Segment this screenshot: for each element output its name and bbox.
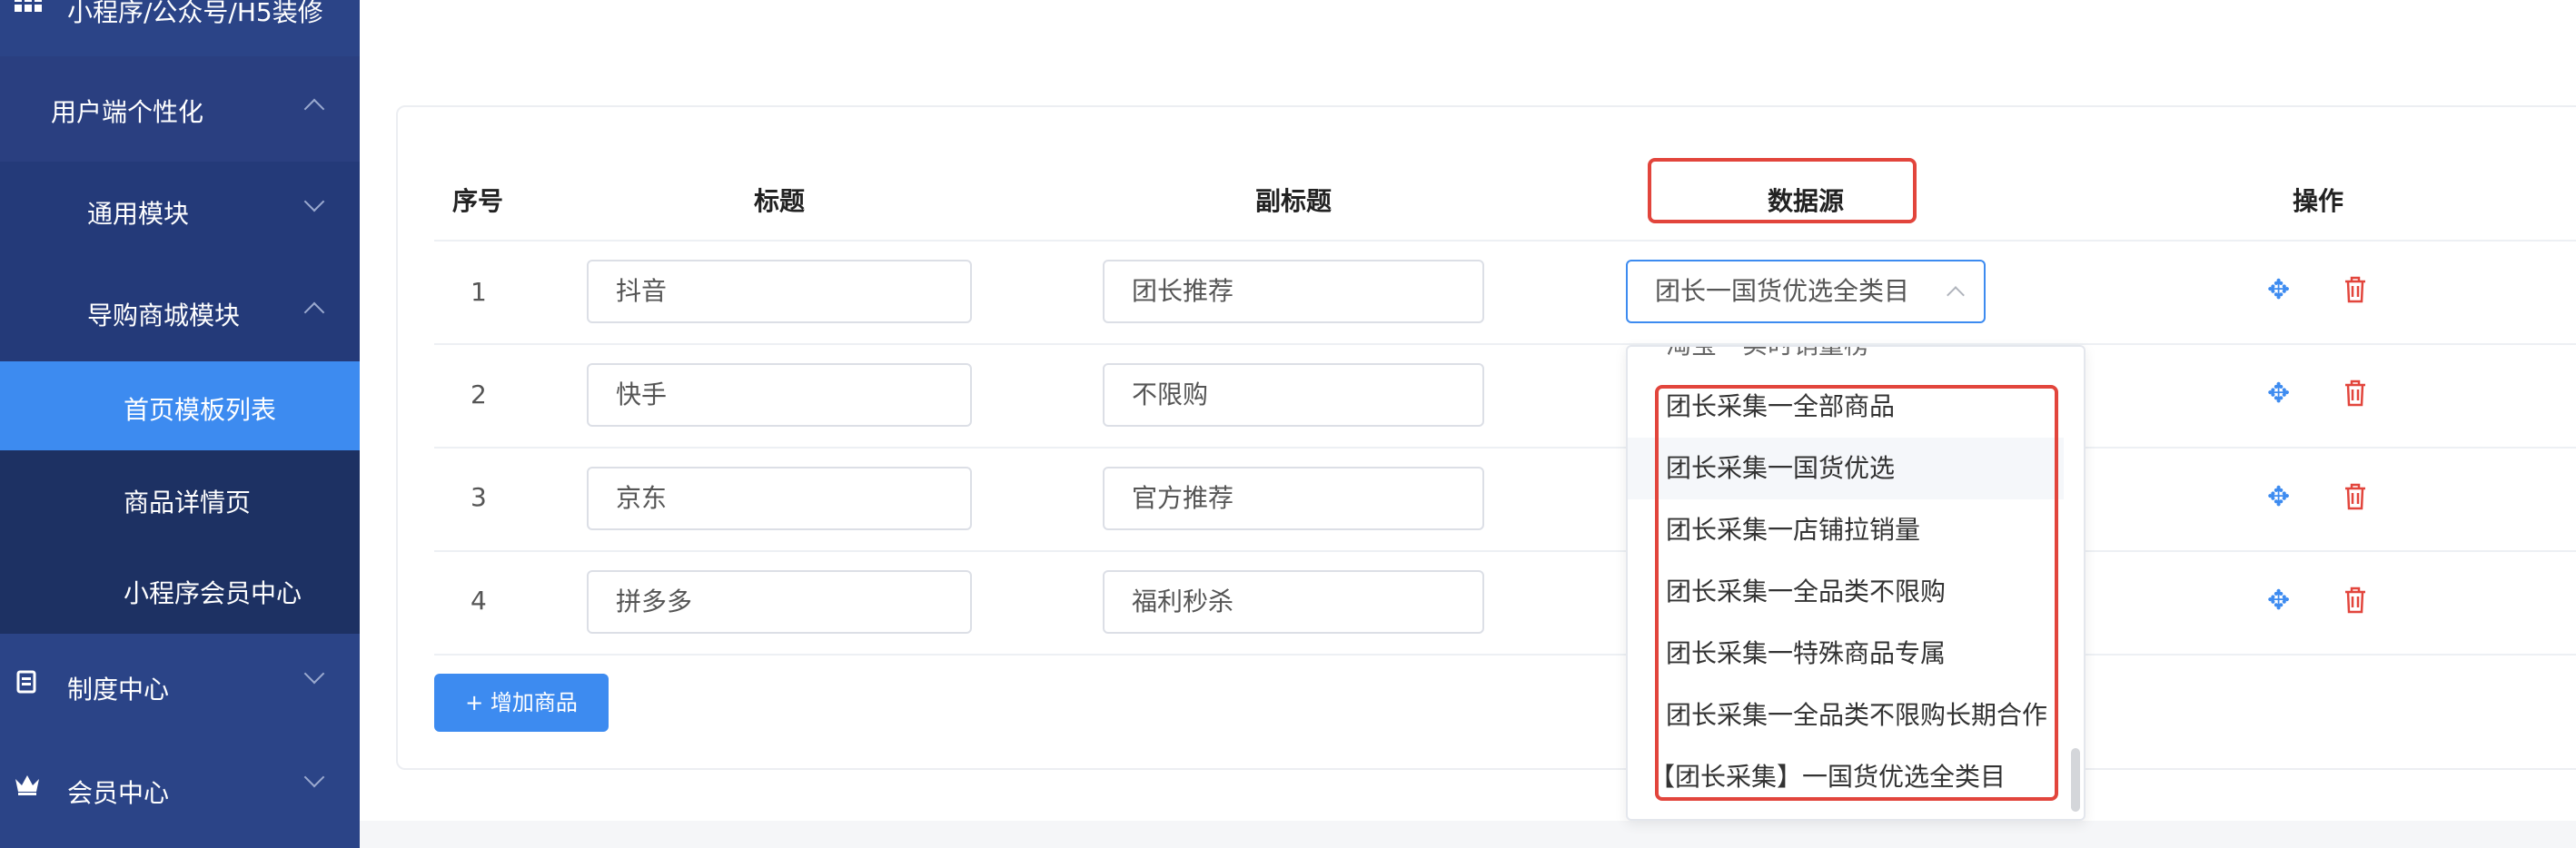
dropdown-scrollbar[interactable] [2071,748,2080,812]
source-select[interactable]: 团长一国货优选全类目 [1626,260,1986,323]
source-select-value: 团长一国货优选全类目 [1655,276,1910,306]
subtitle-input[interactable]: 官方推荐 [1103,467,1484,530]
row-index: 1 [471,277,487,307]
table-divider [434,654,2576,656]
chevron-up-icon [1947,286,1965,304]
title-input[interactable]: 快手 [587,363,972,427]
dropdown-option[interactable]: 淘宝一实时销量榜 [1628,347,2064,376]
title-input[interactable]: 抖音 [587,260,972,323]
page-footer-band [360,821,2576,848]
sidebar-item-member-center[interactable]: 会员中心 [0,737,360,848]
header-index: 序号 [452,186,504,216]
sidebar-item-label: 通用模块 [87,199,190,229]
document-icon [15,670,38,697]
chevron-down-icon [303,663,325,685]
header-title: 标题 [754,186,806,216]
move-icon[interactable]: ✥ [2267,378,2290,409]
sidebar-item-home-template-list[interactable]: 首页模板列表 [0,361,360,450]
sidebar-item-label: 首页模板列表 [124,395,277,425]
highlight-box-dropdown [1655,385,2058,801]
chevron-down-icon [303,766,325,788]
move-icon[interactable]: ✥ [2267,481,2290,513]
header-subtitle: 副标题 [1255,186,1333,216]
table-divider [434,343,2576,345]
table-divider [434,550,2576,552]
chevron-up-icon [303,98,325,120]
sidebar-item-label: 小程序/公众号/H5装修 [67,0,323,27]
trash-icon[interactable] [2343,380,2367,410]
table-divider [434,240,2576,242]
subtitle-input[interactable]: 团长推荐 [1103,260,1484,323]
trash-icon[interactable] [2343,276,2367,307]
title-input[interactable]: 京东 [587,467,972,530]
sidebar-item-common-module[interactable]: 通用模块 [0,162,360,260]
header-action: 操作 [2293,186,2344,216]
chevron-up-icon [303,301,325,323]
grid-icon [15,0,42,25]
sidebar-item-user-personalization[interactable]: 用户端个性化 [0,56,360,162]
sidebar-item-label: 商品详情页 [124,488,252,518]
row-index: 3 [471,482,487,512]
sidebar-item-product-detail[interactable]: 商品详情页 [0,450,360,543]
content-card [396,105,2576,770]
table-divider [434,447,2576,449]
trash-icon[interactable] [2343,483,2367,514]
highlight-box-source-header [1648,158,1917,223]
sidebar-item-decoration[interactable]: 小程序/公众号/H5装修 [0,0,360,56]
sidebar-item-label: 用户端个性化 [51,97,204,127]
title-input[interactable]: 拼多多 [587,570,972,634]
move-icon[interactable]: ✥ [2267,274,2290,306]
chevron-down-icon [303,191,325,212]
sidebar-item-policy-center[interactable]: 制度中心 [0,634,360,737]
move-icon[interactable]: ✥ [2267,585,2290,616]
add-product-button[interactable]: + 增加商品 [434,674,609,732]
sidebar: 小程序/公众号/H5装修 用户端个性化 通用模块 导购商城模块 首页模板列表 商… [0,0,360,848]
sidebar-item-label: 制度中心 [67,675,170,705]
row-index: 2 [471,380,487,409]
trash-icon[interactable] [2343,587,2367,617]
subtitle-input[interactable]: 福利秒杀 [1103,570,1484,634]
sidebar-item-guide-mall-module[interactable]: 导购商城模块 [0,260,360,361]
sidebar-item-label: 会员中心 [67,778,170,808]
crown-icon [15,774,40,799]
sidebar-item-mini-member-center[interactable]: 小程序会员中心 [0,543,360,634]
row-index: 4 [471,586,487,616]
subtitle-input[interactable]: 不限购 [1103,363,1484,427]
sidebar-item-label: 导购商城模块 [87,301,241,330]
sidebar-item-label: 小程序会员中心 [124,578,302,608]
